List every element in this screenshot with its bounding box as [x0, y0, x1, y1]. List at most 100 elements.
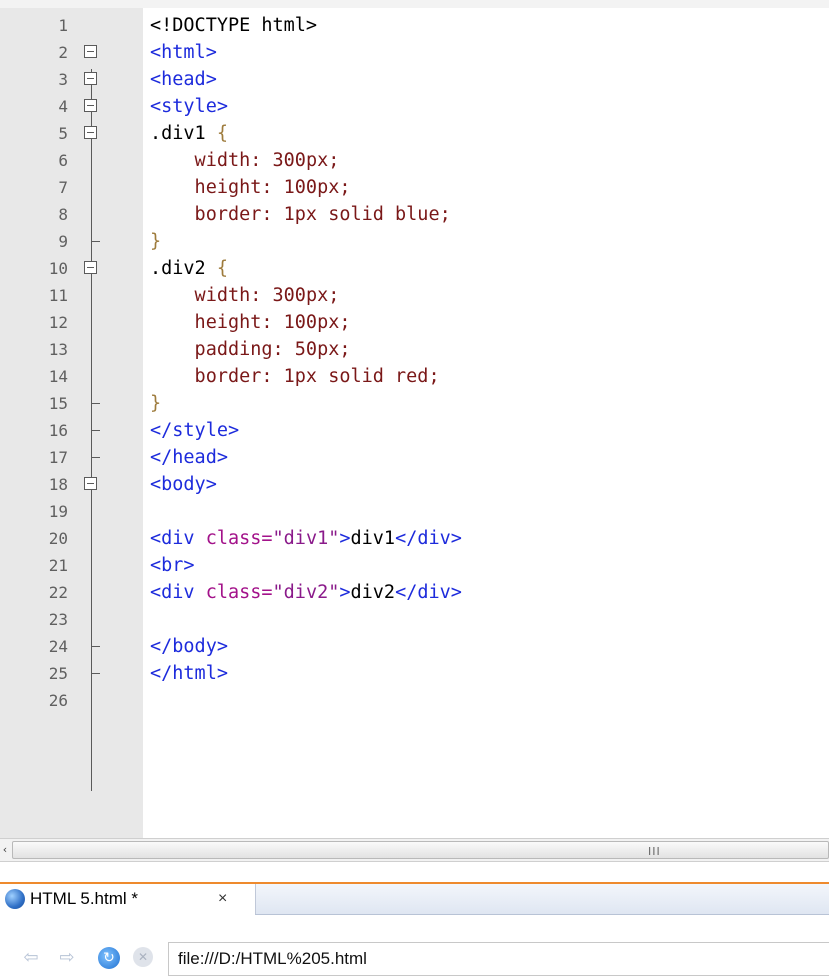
code-text: padding: 50px; [150, 339, 351, 360]
code-line: 10 .div2 { [0, 255, 829, 282]
address-bar: ⇦ ⇨ ↻ ✕ file:///D:/HTML%205.html [0, 940, 829, 978]
code-text: width: 300px; [150, 285, 340, 306]
line-number: 16 [48, 421, 68, 440]
url-text: file:///D:/HTML%205.html [178, 949, 367, 968]
tab-bar: HTML 5.html * × [0, 862, 829, 940]
url-field[interactable]: file:///D:/HTML%205.html [168, 942, 829, 976]
tab-html5[interactable]: HTML 5.html * × [0, 884, 256, 914]
close-icon[interactable]: × [218, 884, 227, 914]
line-number: 22 [48, 583, 68, 602]
line-number: 14 [48, 367, 68, 386]
code-text: <div class="div2">div2</div> [150, 582, 462, 603]
code-text: <br> [150, 555, 195, 576]
code-text: <head> [150, 69, 217, 90]
scrollbar-thumb[interactable]: III [12, 841, 829, 859]
code-text: .div1 { [150, 123, 228, 144]
code-line: 5 .div1 { [0, 120, 829, 147]
line-number: 8 [58, 205, 68, 224]
fold-end-marker [91, 646, 100, 647]
line-number: 24 [48, 637, 68, 656]
code-text: </head> [150, 447, 228, 468]
code-text: <div class="div1">div1</div> [150, 528, 462, 549]
line-number: 23 [48, 610, 68, 629]
scroll-grip-icon: III [648, 845, 661, 858]
code-line: 1 <!DOCTYPE html> [0, 12, 829, 39]
code-line: 19 [0, 498, 829, 525]
code-line: 4 <style> [0, 93, 829, 120]
line-number: 15 [48, 394, 68, 413]
code-editor[interactable]: 1 <!DOCTYPE html> 2 <html> 3 <head> 4 <s… [0, 0, 829, 838]
code-line: 24 </body> [0, 633, 829, 660]
line-number: 11 [48, 286, 68, 305]
fold-end-marker [91, 673, 100, 674]
code-line: 26 [0, 687, 829, 714]
line-number: 19 [48, 502, 68, 521]
code-line: 25 </html> [0, 660, 829, 687]
line-number: 7 [58, 178, 68, 197]
fold-toggle-icon[interactable] [84, 126, 97, 139]
line-number: 18 [48, 475, 68, 494]
line-number: 6 [58, 151, 68, 170]
fold-end-marker [91, 403, 100, 404]
tab-strip-empty [255, 884, 829, 915]
back-arrow-icon[interactable]: ⇦ [20, 947, 42, 969]
code-text: </html> [150, 663, 228, 684]
line-number: 1 [58, 16, 68, 35]
code-text: width: 300px; [150, 150, 340, 171]
code-line: 13 padding: 50px; [0, 336, 829, 363]
reload-icon[interactable]: ↻ [98, 947, 120, 969]
code-text: <style> [150, 96, 228, 117]
code-text: } [150, 231, 162, 252]
fold-toggle-icon[interactable] [84, 45, 97, 58]
code-line: 20 <div class="div1">div1</div> [0, 525, 829, 552]
line-number: 9 [58, 232, 68, 251]
horizontal-scrollbar[interactable]: ‹ III [0, 838, 829, 862]
code-text: border: 1px solid red; [150, 366, 440, 387]
code-line: 21 <br> [0, 552, 829, 579]
fold-toggle-icon[interactable] [84, 477, 97, 490]
code-line: 14 border: 1px solid red; [0, 363, 829, 390]
scroll-left-icon[interactable]: ‹ [0, 839, 10, 861]
code-line: 6 width: 300px; [0, 147, 829, 174]
fold-toggle-icon[interactable] [84, 72, 97, 85]
code-line: 18 <body> [0, 471, 829, 498]
editor-top-strip [0, 0, 829, 8]
line-number: 2 [58, 43, 68, 62]
line-number: 21 [48, 556, 68, 575]
code-line: 12 height: 100px; [0, 309, 829, 336]
code-line: 23 [0, 606, 829, 633]
code-line: 2 <html> [0, 39, 829, 66]
code-text: <html> [150, 42, 217, 63]
code-line: 16 </style> [0, 417, 829, 444]
line-number: 5 [58, 124, 68, 143]
code-text: </style> [150, 420, 240, 441]
line-number: 17 [48, 448, 68, 467]
fold-end-marker [91, 241, 100, 242]
code-line: 22 <div class="div2">div2</div> [0, 579, 829, 606]
line-number: 26 [48, 691, 68, 710]
line-number: 25 [48, 664, 68, 683]
forward-arrow-icon[interactable]: ⇨ [56, 947, 78, 969]
code-line: 11 width: 300px; [0, 282, 829, 309]
fold-toggle-icon[interactable] [84, 99, 97, 112]
code-text: <!DOCTYPE html> [150, 15, 318, 36]
code-line: 3 <head> [0, 66, 829, 93]
line-number: 10 [48, 259, 68, 278]
stop-icon[interactable]: ✕ [133, 947, 153, 967]
fold-toggle-icon[interactable] [84, 261, 97, 274]
code-text: <body> [150, 474, 217, 495]
code-line: 15 } [0, 390, 829, 417]
browser-globe-icon [5, 889, 25, 909]
code-text: border: 1px solid blue; [150, 204, 451, 225]
fold-end-marker [91, 430, 100, 431]
code-text: height: 100px; [150, 312, 351, 333]
fold-end-marker [91, 457, 100, 458]
code-text: .div2 { [150, 258, 228, 279]
code-text: height: 100px; [150, 177, 351, 198]
code-line: 8 border: 1px solid blue; [0, 201, 829, 228]
line-number: 3 [58, 70, 68, 89]
line-number: 20 [48, 529, 68, 548]
code-text: </body> [150, 636, 228, 657]
line-number: 4 [58, 97, 68, 116]
tab-label: HTML 5.html * [30, 889, 139, 908]
